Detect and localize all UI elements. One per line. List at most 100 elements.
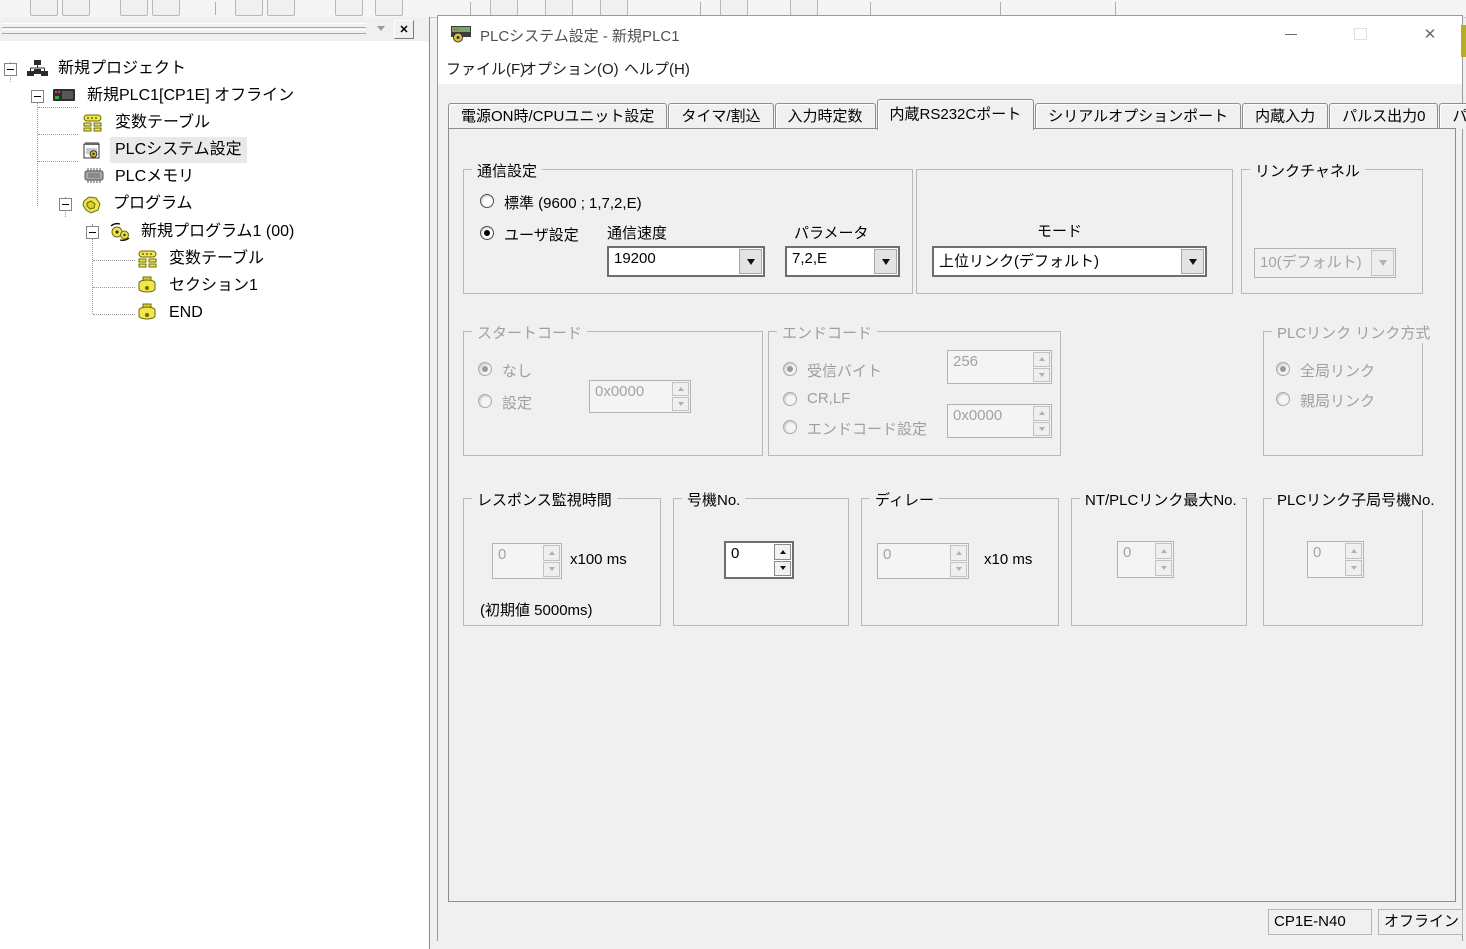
unit-no-spinner[interactable]: 0 <box>724 541 794 579</box>
menu-options[interactable]: オプション(O) <box>522 58 619 79</box>
tab-pulse-output-1[interactable]: パルス出力1 <box>1439 103 1466 129</box>
tab-power-on-cpu[interactable]: 電源ON時/CPUユニット設定 <box>448 103 667 129</box>
toolbar-button-fragment[interactable] <box>600 0 628 16</box>
menu-file[interactable]: ファイル(F) <box>446 58 525 79</box>
link-channel-combo: 10(デフォルト) <box>1254 248 1396 278</box>
toolbar-button-fragment[interactable] <box>720 0 748 16</box>
standard-radio-label[interactable]: 標準 (9600 ; 1,7,2,E) <box>504 192 642 213</box>
toolbar-button-fragment[interactable] <box>545 0 573 16</box>
mode-combo[interactable]: 上位リンク(デフォルト) <box>932 246 1207 277</box>
tab-serial-option[interactable]: シリアルオプションポート <box>1035 103 1241 129</box>
chevron-down-icon[interactable] <box>1181 249 1204 274</box>
tab-input-constant[interactable]: 入力時定数 <box>775 103 876 129</box>
tree-item[interactable]: 変数テーブル <box>0 246 428 272</box>
end-code-bytes-radio <box>783 362 797 376</box>
toolbar-button-fragment[interactable] <box>30 0 58 16</box>
spin-up-icon <box>1345 543 1362 559</box>
dialog-titlebar[interactable]: PLCシステム設定 - 新規PLC1 <box>438 16 1462 52</box>
spin-down-icon <box>1033 368 1050 383</box>
menu-help[interactable]: ヘルプ(H) <box>624 58 690 79</box>
unit-no-value[interactable]: 0 <box>726 543 773 577</box>
end-code-crlf-label: CR,LF <box>807 390 850 407</box>
nt-plc-link-max-group: NT/PLCリンク最大No. 0 <box>1071 498 1247 626</box>
mode-value[interactable]: 上位リンク(デフォルト) <box>934 248 1180 275</box>
toolbar-button-fragment[interactable] <box>235 0 263 16</box>
tree-item[interactable]: PLCメモリ <box>0 164 428 190</box>
tree-collapse-toggle[interactable] <box>31 90 44 103</box>
spin-down-icon[interactable] <box>774 561 791 577</box>
pane-close-icon[interactable] <box>394 20 414 39</box>
spin-up-icon[interactable] <box>774 544 791 560</box>
tree-item-label[interactable]: 新規プロジェクト <box>53 56 191 82</box>
tree-item[interactable]: プログラム <box>0 191 428 217</box>
toolbar-button-fragment[interactable] <box>152 0 180 16</box>
tree-item-label[interactable]: 変数テーブル <box>164 246 269 272</box>
toolbar-button-fragment[interactable] <box>375 0 403 16</box>
tree-item-label[interactable]: 新規PLC1[CP1E] オフライン <box>82 83 299 109</box>
tree-item[interactable]: 新規PLC1[CP1E] オフライン <box>0 83 428 109</box>
start-code-set-radio <box>478 394 492 408</box>
mode-label: モード <box>1037 220 1082 241</box>
response-unit-label: x100 ms <box>570 551 627 568</box>
pane-grip[interactable] <box>2 29 366 34</box>
tab-builtin-rs232c[interactable]: 内蔵RS232Cポート <box>877 99 1035 130</box>
pane-grip[interactable] <box>2 23 366 28</box>
baud-rate-value[interactable]: 19200 <box>609 248 738 275</box>
plc-link-all-label: 全局リンク <box>1300 360 1375 381</box>
chevron-down-icon <box>1371 250 1394 276</box>
tree-item-label[interactable]: PLCシステム設定 <box>110 137 247 163</box>
tree-item-selected[interactable]: PLCシステム設定 <box>0 137 428 163</box>
tab-timer-interrupt[interactable]: タイマ/割込 <box>668 103 773 129</box>
tree-collapse-toggle[interactable] <box>86 226 99 239</box>
tree-item-label[interactable]: 新規プログラム1 (00) <box>136 219 299 245</box>
user-settings-radio[interactable] <box>480 226 494 240</box>
tree-item[interactable]: 新規プロジェクト <box>0 56 428 82</box>
close-icon[interactable] <box>1415 22 1445 46</box>
plc-link-slave-no-value: 0 <box>1308 542 1344 577</box>
plc-device-icon <box>52 86 76 106</box>
tree-item[interactable]: 変数テーブル <box>0 110 428 136</box>
plc-settings-dialog: PLCシステム設定 - 新規PLC1 ファイル(F) オプション(O) ヘルプ(… <box>437 15 1463 941</box>
group-label: ディレー <box>870 489 939 510</box>
minimize-icon[interactable] <box>1276 22 1306 46</box>
delay-value: 0 <box>878 544 949 578</box>
mode-group: モード 上位リンク(デフォルト) <box>916 169 1233 294</box>
chevron-down-icon[interactable] <box>874 249 897 274</box>
delay-group: ディレー 0 x10 ms <box>861 498 1059 626</box>
tree-collapse-toggle[interactable] <box>4 63 17 76</box>
tab-pulse-output-0[interactable]: パルス出力0 <box>1329 103 1438 129</box>
parameter-value[interactable]: 7,2,E <box>787 248 873 275</box>
project-icon <box>26 59 50 79</box>
maximize-icon <box>1345 22 1375 46</box>
background-window-edge <box>1461 25 1466 57</box>
tree-item[interactable]: END <box>0 300 428 326</box>
toolbar-button-fragment[interactable] <box>490 0 518 16</box>
standard-radio[interactable] <box>480 194 494 208</box>
tree-item[interactable]: セクション1 <box>0 273 428 299</box>
user-settings-radio-label[interactable]: ユーザ設定 <box>504 224 579 245</box>
tree-item-label[interactable]: END <box>164 300 208 326</box>
tree-item-label[interactable]: セクション1 <box>164 273 263 299</box>
baud-rate-combo[interactable]: 19200 <box>607 246 765 277</box>
tree-item-label[interactable]: 変数テーブル <box>110 110 215 136</box>
pane-header[interactable] <box>0 17 429 42</box>
tree-item-label[interactable]: プログラム <box>108 191 198 217</box>
tree-item-label[interactable]: PLCメモリ <box>110 164 199 190</box>
toolbar-button-fragment[interactable] <box>120 0 148 16</box>
toolbar-button-fragment[interactable] <box>267 0 295 16</box>
end-code-set-value: 0x0000 <box>948 405 1032 437</box>
pane-menu-chevron-icon[interactable] <box>372 20 390 37</box>
toolbar-button-fragment[interactable] <box>790 0 818 16</box>
delay-spinner: 0 <box>877 543 969 579</box>
tab-builtin-input[interactable]: 内蔵入力 <box>1242 103 1328 129</box>
status-online-mode: オフライン <box>1378 909 1463 935</box>
chevron-down-icon[interactable] <box>739 249 762 274</box>
response-default-note: (初期値 5000ms) <box>480 599 593 620</box>
spin-down-icon <box>950 562 967 578</box>
toolbar-button-fragment[interactable] <box>335 0 363 16</box>
tree-collapse-toggle[interactable] <box>59 198 72 211</box>
tree-item[interactable]: 新規プログラム1 (00) <box>0 219 428 245</box>
group-label: リンクチャネル <box>1250 160 1365 181</box>
parameter-combo[interactable]: 7,2,E <box>785 246 900 277</box>
toolbar-button-fragment[interactable] <box>62 0 90 16</box>
